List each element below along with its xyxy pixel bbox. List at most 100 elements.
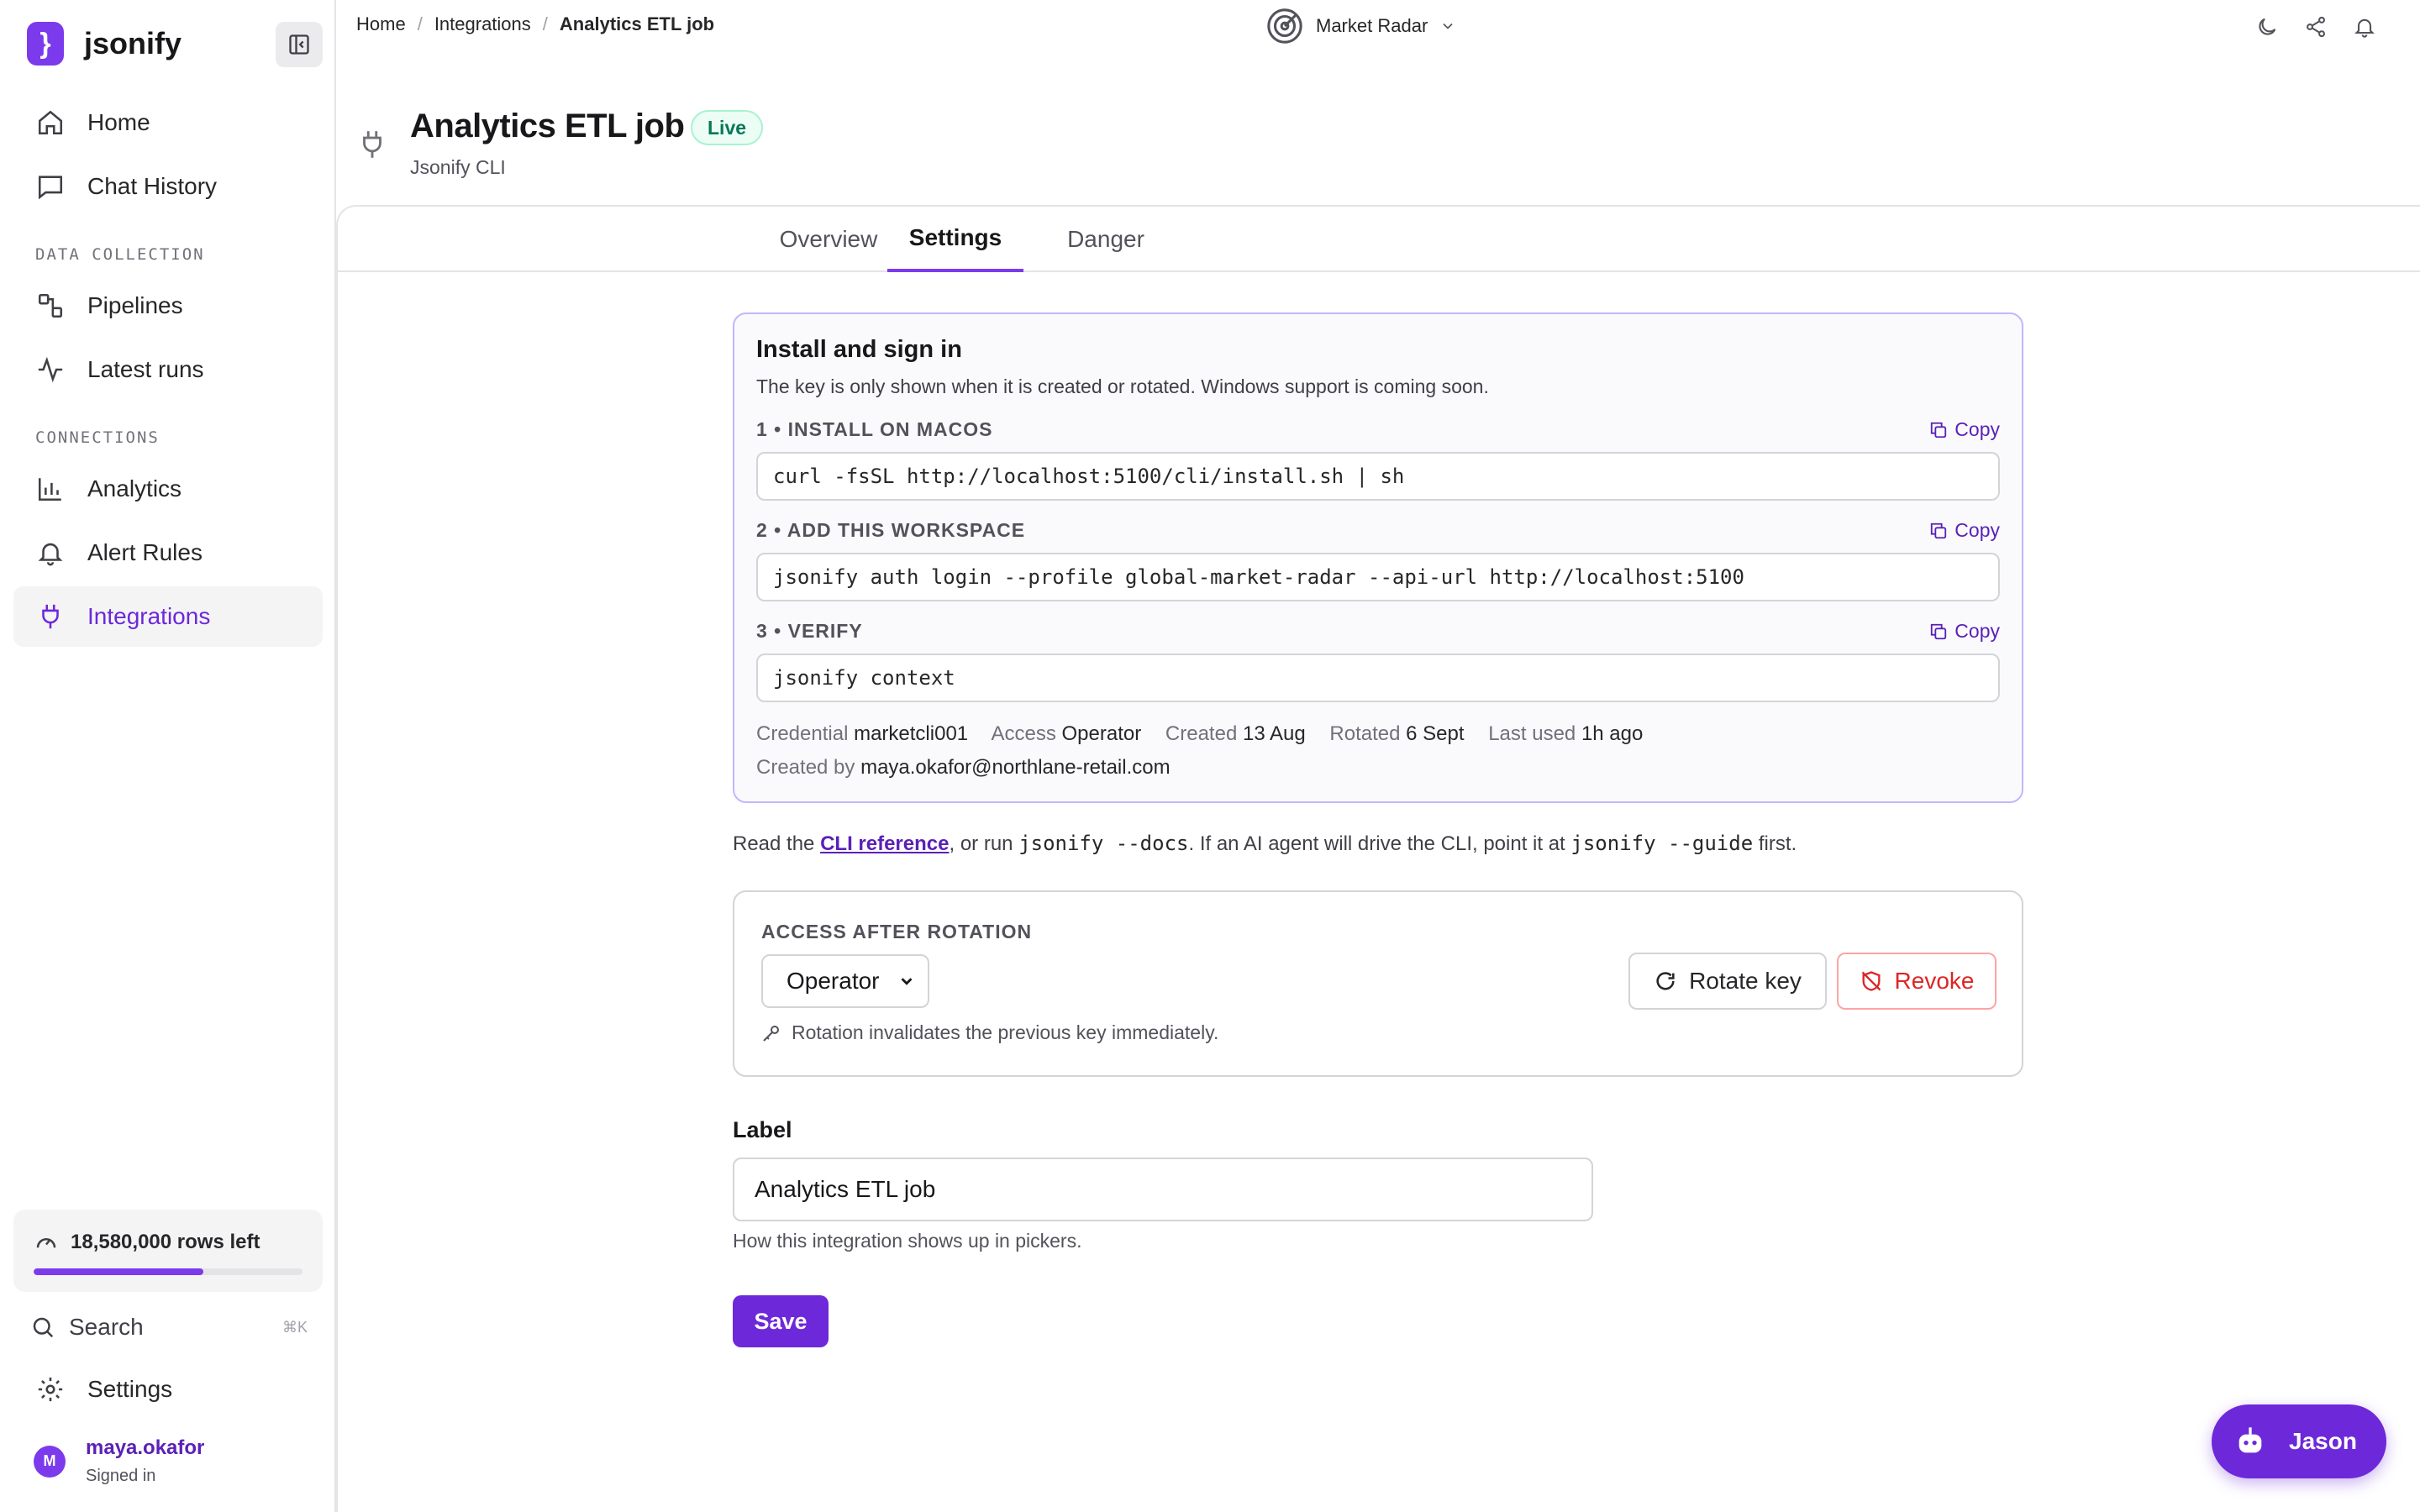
chevron-down-icon bbox=[1439, 18, 1456, 34]
breadcrumb-separator: / bbox=[417, 13, 423, 34]
search-shortcut: ⌘K bbox=[281, 1318, 308, 1336]
role-select[interactable]: Operator bbox=[761, 954, 929, 1008]
refresh-icon bbox=[1654, 969, 1677, 993]
verify-command[interactable]: jsonify context bbox=[756, 654, 2000, 702]
credential-meta: Credential marketcli001 Access Operator … bbox=[756, 722, 1661, 746]
top-actions bbox=[2254, 13, 2378, 40]
assistant-button[interactable]: Jason bbox=[2212, 1404, 2386, 1478]
sidebar-item-label: Analytics bbox=[87, 475, 182, 501]
sidebar-item-analytics[interactable]: Analytics bbox=[13, 459, 323, 519]
copy-icon bbox=[1929, 622, 1948, 641]
sidebar-item-pipelines[interactable]: Pipelines bbox=[13, 276, 323, 336]
meta-label: Access bbox=[991, 722, 1056, 745]
key-icon bbox=[761, 1023, 781, 1043]
copy-label: Copy bbox=[1954, 418, 2000, 440]
docs-text: first. bbox=[1753, 832, 1797, 855]
notification-bell-icon[interactable] bbox=[2351, 13, 2378, 40]
collapse-sidebar-button[interactable] bbox=[276, 22, 323, 67]
workspace-command[interactable]: jsonify auth login --profile global-mark… bbox=[756, 553, 2000, 601]
install-subtitle: The key is only shown when it is created… bbox=[756, 375, 1489, 397]
breadcrumb-current: Analytics ETL job bbox=[559, 13, 715, 34]
page-title: Analytics ETL job bbox=[410, 108, 685, 144]
copy-button[interactable]: Copy bbox=[1929, 620, 2000, 643]
shield-off-icon bbox=[1860, 969, 1883, 993]
step-3-heading: 3 • VERIFY bbox=[756, 620, 863, 642]
step-1-heading: 1 • INSTALL ON MACOS bbox=[756, 418, 993, 440]
robot-icon bbox=[2233, 1425, 2267, 1458]
rows-quota: 18,580,000 rows left bbox=[13, 1210, 323, 1292]
rotate-key-label: Rotate key bbox=[1689, 968, 1802, 994]
sidebar-item-alert-rules[interactable]: Alert Rules bbox=[13, 522, 323, 583]
brand[interactable]: } jsonify bbox=[27, 22, 182, 66]
sidebar-item-label: Pipelines bbox=[87, 292, 183, 318]
search-label: Search bbox=[69, 1314, 144, 1340]
sidebar-item-label: Integrations bbox=[87, 603, 211, 629]
tab-settings[interactable]: Settings bbox=[887, 207, 1023, 272]
step-heading: 1 • INSTALL ON MACOS Copy bbox=[756, 418, 2000, 441]
user-status: Signed in bbox=[86, 1467, 156, 1485]
breadcrumb-separator: / bbox=[542, 13, 548, 34]
quota-label: 18,580,000 rows left bbox=[71, 1231, 260, 1253]
step-heading: 3 • VERIFY Copy bbox=[756, 620, 2000, 643]
sidebar-item-label: Settings bbox=[87, 1376, 173, 1402]
label-field-title: Label bbox=[733, 1117, 792, 1142]
save-button[interactable]: Save bbox=[733, 1295, 829, 1347]
breadcrumb-integrations[interactable]: Integrations bbox=[434, 13, 531, 35]
quota-progress-fill bbox=[34, 1268, 203, 1275]
rotation-note-text: Rotation invalidates the previous key im… bbox=[792, 1021, 1219, 1043]
avatar: M bbox=[34, 1445, 66, 1478]
page-subtitle: Jsonify CLI bbox=[410, 156, 506, 178]
chevron-down-icon bbox=[897, 972, 916, 990]
copy-button[interactable]: Copy bbox=[1929, 519, 2000, 542]
assistant-label: Jason bbox=[2289, 1428, 2357, 1454]
meta-label: Credential bbox=[756, 722, 849, 745]
section-label-connections: CONNECTIONS bbox=[35, 428, 160, 447]
docs-text: Read the bbox=[733, 832, 821, 855]
tab-bar: Overview Settings Danger bbox=[338, 207, 2420, 272]
cli-reference-link[interactable]: CLI reference bbox=[820, 832, 949, 855]
tab-danger[interactable]: Danger bbox=[1039, 207, 1173, 272]
credential-id: marketcli001 bbox=[854, 722, 969, 745]
copy-icon bbox=[1929, 522, 1948, 540]
gauge-icon bbox=[34, 1230, 59, 1255]
label-input[interactable] bbox=[733, 1158, 1593, 1221]
sidebar-search[interactable]: Search ⌘K bbox=[30, 1307, 308, 1347]
docs-command: jsonify --docs bbox=[1018, 832, 1189, 855]
rotated-date: 6 Sept bbox=[1406, 722, 1465, 745]
moon-icon[interactable] bbox=[2254, 13, 2281, 40]
share-icon[interactable] bbox=[2302, 13, 2329, 40]
role-select-value: Operator bbox=[786, 968, 880, 994]
sidebar-item-chat-history[interactable]: Chat History bbox=[13, 156, 323, 217]
created-date: 13 Aug bbox=[1242, 722, 1306, 745]
meta-label: Created by bbox=[756, 756, 855, 779]
meta-label: Rotated bbox=[1329, 722, 1401, 745]
user-profile[interactable]: M maya.okafor Signed in bbox=[34, 1436, 204, 1486]
tab-overview[interactable]: Overview bbox=[746, 207, 911, 272]
rotation-note: Rotation invalidates the previous key im… bbox=[761, 1021, 1218, 1044]
workspace-name: Market Radar bbox=[1316, 15, 1428, 36]
docs-hint: Read the CLI reference, or run jsonify -… bbox=[733, 832, 1797, 856]
install-command[interactable]: curl -fsSL http://localhost:5100/cli/ins… bbox=[756, 452, 2000, 501]
sidebar-item-latest-runs[interactable]: Latest runs bbox=[13, 339, 323, 400]
created-by-meta: Created by maya.okafor@northlane-retail.… bbox=[756, 756, 1189, 780]
docs-text: . If an AI agent will drive the CLI, poi… bbox=[1188, 832, 1571, 855]
plug-icon bbox=[35, 601, 66, 632]
pipeline-icon bbox=[35, 291, 66, 321]
rotation-label: ACCESS AFTER ROTATION bbox=[761, 921, 1033, 942]
breadcrumb-home[interactable]: Home bbox=[356, 13, 406, 35]
sidebar-item-integrations[interactable]: Integrations bbox=[13, 586, 323, 647]
copy-button[interactable]: Copy bbox=[1929, 418, 2000, 441]
sidebar-item-settings[interactable]: Settings bbox=[13, 1359, 323, 1420]
search-icon bbox=[30, 1315, 55, 1340]
step-2-heading: 2 • ADD THIS WORKSPACE bbox=[756, 519, 1026, 541]
step-heading: 2 • ADD THIS WORKSPACE Copy bbox=[756, 519, 2000, 542]
guide-command: jsonify --guide bbox=[1570, 832, 1754, 855]
rotate-key-button[interactable]: Rotate key bbox=[1628, 953, 1827, 1010]
brand-logo: } bbox=[27, 22, 64, 66]
access-level: Operator bbox=[1061, 722, 1142, 745]
chat-icon bbox=[35, 171, 66, 202]
sidebar-item-home[interactable]: Home bbox=[13, 92, 323, 153]
revoke-button[interactable]: Revoke bbox=[1837, 953, 1996, 1010]
workspace-switcher[interactable]: Market Radar bbox=[1265, 7, 1456, 45]
breadcrumb: Home / Integrations / Analytics ETL job bbox=[356, 13, 714, 35]
